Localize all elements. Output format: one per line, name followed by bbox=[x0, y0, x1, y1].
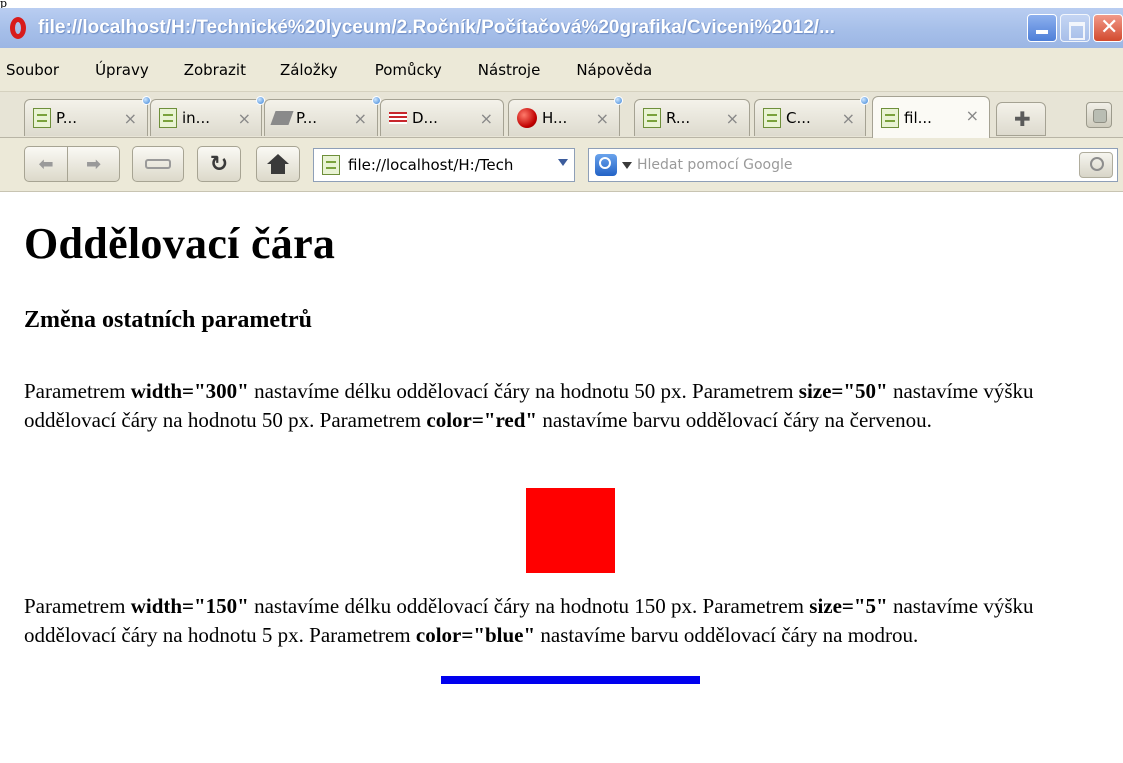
tab-close-icon[interactable]: × bbox=[238, 109, 251, 128]
reload-button[interactable]: ↻ bbox=[197, 146, 241, 182]
minimize-button[interactable] bbox=[1027, 14, 1057, 42]
tab-close-icon[interactable]: × bbox=[842, 109, 855, 128]
menu-nastroje[interactable]: Nástroje bbox=[478, 61, 541, 79]
home-icon bbox=[267, 154, 289, 174]
menu-soubor[interactable]: Soubor bbox=[6, 61, 59, 79]
forward-button[interactable]: ➡ bbox=[68, 146, 120, 182]
close-window-button[interactable]: ✕ bbox=[1093, 14, 1123, 42]
paragraph-text: nastavíme barvu oddělovací čáry na červe… bbox=[537, 408, 932, 432]
tab-close-icon[interactable]: × bbox=[596, 109, 609, 128]
tab-label: P... bbox=[56, 109, 78, 127]
tab-2[interactable]: in... × bbox=[150, 96, 265, 136]
tab-8-active[interactable]: fil... × bbox=[872, 96, 990, 138]
address-field[interactable]: file://localhost/H:/Tech bbox=[313, 148, 575, 182]
page-icon bbox=[881, 107, 899, 128]
search-field[interactable]: Hledat pomocí Google bbox=[588, 148, 1118, 182]
page-heading: Oddělovací čára bbox=[24, 219, 336, 268]
menu-napoveda[interactable]: Nápověda bbox=[576, 61, 652, 79]
new-tab-button[interactable]: ✚ bbox=[996, 102, 1046, 136]
menu-zobrazit[interactable]: Zobrazit bbox=[184, 61, 246, 79]
tab-6[interactable]: R... × bbox=[634, 99, 750, 136]
paragraph-blue-rule: Parametrem width="150" nastavíme délku o… bbox=[24, 592, 1109, 650]
paragraph-text: Parametrem bbox=[24, 594, 131, 618]
page-icon bbox=[763, 108, 781, 128]
closed-tabs-icon[interactable] bbox=[1086, 102, 1112, 128]
window-top-fragment: p bbox=[0, 0, 8, 8]
tab-reload-indicator-icon bbox=[614, 96, 623, 105]
wand-key-button[interactable] bbox=[132, 146, 184, 182]
color-parameter: color="blue" bbox=[415, 623, 536, 647]
tab-label: R... bbox=[666, 109, 691, 127]
tab-close-icon[interactable]: × bbox=[726, 109, 739, 128]
tab-1[interactable]: P... × bbox=[24, 96, 151, 136]
tab-bar: P... × in... × P... × D... × H... × R...… bbox=[0, 92, 1123, 138]
key-icon bbox=[145, 159, 171, 169]
forward-arrow-icon: ➡ bbox=[85, 153, 102, 175]
reload-icon: ↻ bbox=[209, 151, 229, 177]
color-parameter: color="red" bbox=[426, 408, 538, 432]
maximize-button[interactable] bbox=[1060, 14, 1090, 42]
title-bar: file://localhost/H:/Technické%20lyceum/2… bbox=[0, 8, 1123, 48]
tab-label: fil... bbox=[904, 108, 932, 127]
red-horizontal-rule bbox=[526, 488, 615, 573]
search-icon[interactable] bbox=[1079, 152, 1113, 178]
chevron-down-icon[interactable] bbox=[622, 161, 632, 169]
tab-label: D... bbox=[412, 109, 438, 127]
paragraph-text: nastavíme délku oddělovací čáry na hodno… bbox=[248, 379, 799, 403]
zive-icon bbox=[389, 108, 407, 128]
chevron-down-icon[interactable] bbox=[558, 159, 568, 166]
tab-label: in... bbox=[182, 109, 210, 127]
tab-3[interactable]: P... × bbox=[264, 96, 381, 136]
plus-icon: ✚ bbox=[1014, 107, 1031, 131]
blue-horizontal-rule bbox=[441, 676, 700, 684]
paragraph-red-rule: Parametrem width="300" nastavíme délku o… bbox=[24, 377, 1109, 435]
page-icon bbox=[322, 155, 340, 175]
red-ball-icon bbox=[517, 108, 537, 128]
page-icon bbox=[33, 108, 51, 128]
tab-close-icon[interactable]: × bbox=[966, 106, 979, 125]
tab-5[interactable]: H... × bbox=[508, 96, 623, 136]
tab-label: H... bbox=[542, 109, 568, 127]
page-icon bbox=[643, 108, 661, 128]
menu-pomucky[interactable]: Pomůcky bbox=[375, 61, 442, 79]
page-icon bbox=[159, 108, 177, 128]
tab-reload-indicator-icon bbox=[860, 96, 869, 105]
tab-close-icon[interactable]: × bbox=[124, 109, 137, 128]
paragraph-text: nastavíme barvu oddělovací čáry na modro… bbox=[535, 623, 919, 647]
book-icon bbox=[273, 108, 291, 128]
tab-4[interactable]: D... × bbox=[380, 99, 504, 136]
back-arrow-icon: ⬅ bbox=[38, 153, 54, 175]
tab-7[interactable]: C... × bbox=[754, 96, 869, 136]
paragraph-text: nastavíme délku oddělovací čáry na hodno… bbox=[248, 594, 810, 618]
menu-zalozky[interactable]: Záložky bbox=[280, 61, 338, 79]
search-engine-icon[interactable] bbox=[595, 154, 617, 176]
width-parameter: width="150" bbox=[130, 594, 249, 618]
back-button[interactable]: ⬅ bbox=[24, 146, 68, 182]
tab-close-icon[interactable]: × bbox=[480, 109, 493, 128]
size-parameter: size="50" bbox=[798, 379, 888, 403]
paragraph-text: Parametrem bbox=[24, 379, 131, 403]
size-parameter: size="5" bbox=[809, 594, 888, 618]
menu-upravy[interactable]: Úpravy bbox=[95, 61, 149, 79]
home-button[interactable] bbox=[256, 146, 300, 182]
search-placeholder[interactable]: Hledat pomocí Google bbox=[637, 157, 793, 173]
address-text[interactable]: file://localhost/H:/Tech bbox=[348, 156, 528, 174]
window-title: file://localhost/H:/Technické%20lyceum/2… bbox=[38, 17, 835, 38]
opera-logo-icon[interactable] bbox=[6, 15, 32, 41]
tab-close-icon[interactable]: × bbox=[354, 109, 367, 128]
tab-label: P... bbox=[296, 109, 318, 127]
page-content: Oddělovací čára Změna ostatních parametr… bbox=[0, 192, 1123, 763]
navigation-toolbar: ⬅ ➡ ↻ file://localhost/H:/Tech Hledat po… bbox=[0, 138, 1123, 192]
tab-label: C... bbox=[786, 109, 811, 127]
width-parameter: width="300" bbox=[130, 379, 249, 403]
section-heading: Změna ostatních parametrů bbox=[24, 307, 312, 333]
menu-bar: Soubor Úpravy Zobrazit Záložky Pomůcky N… bbox=[0, 48, 1123, 92]
